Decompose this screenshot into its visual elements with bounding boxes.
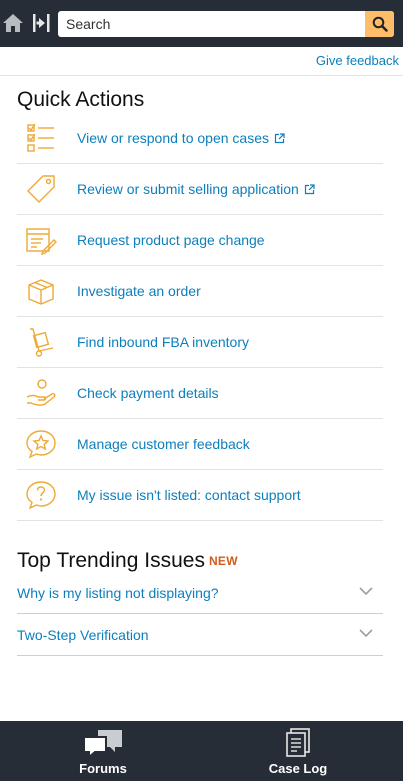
checklist-icon bbox=[27, 123, 54, 152]
external-link-icon bbox=[304, 184, 315, 195]
trending-title: Top Trending Issues NEW bbox=[17, 549, 238, 573]
case-log-icon bbox=[286, 728, 310, 757]
trending-item[interactable]: Two-Step Verification bbox=[17, 614, 383, 656]
trending-title-text: Top Trending Issues bbox=[17, 549, 205, 572]
edit-document-icon bbox=[26, 228, 57, 256]
quick-action-customer-feedback[interactable]: Manage customer feedback bbox=[17, 419, 383, 470]
quick-action-label: Review or submit selling application bbox=[77, 181, 315, 197]
quick-action-label: View or respond to open cases bbox=[77, 130, 285, 146]
trending-list: Why is my listing not displaying? Two-St… bbox=[17, 572, 383, 656]
search-button[interactable] bbox=[365, 11, 394, 37]
quick-action-contact-support[interactable]: My issue isn't listed: contact support bbox=[17, 470, 383, 521]
home-icon[interactable] bbox=[2, 12, 24, 34]
forums-icon bbox=[83, 730, 122, 759]
hand-coin-icon bbox=[26, 379, 56, 406]
search-icon bbox=[372, 16, 388, 32]
quick-action-label: Investigate an order bbox=[77, 283, 201, 299]
trending-item-label: Why is my listing not displaying? bbox=[17, 585, 219, 601]
forums-tab[interactable]: Forums bbox=[43, 721, 163, 781]
quick-action-inbound-fba[interactable]: Find inbound FBA inventory bbox=[17, 317, 383, 368]
tag-icon bbox=[27, 175, 55, 203]
forums-label: Forums bbox=[79, 761, 127, 776]
quick-action-payment-details[interactable]: Check payment details bbox=[17, 368, 383, 419]
quick-action-label: Request product page change bbox=[77, 232, 265, 248]
question-speech-bubble-icon bbox=[26, 481, 56, 510]
search-box bbox=[58, 11, 394, 37]
quick-actions-title: Quick Actions bbox=[17, 88, 145, 111]
search-input[interactable] bbox=[58, 11, 364, 37]
chevron-down-icon bbox=[359, 629, 373, 638]
chevron-down-icon bbox=[359, 587, 373, 596]
quick-action-investigate-order[interactable]: Investigate an order bbox=[17, 266, 383, 317]
trending-item[interactable]: Why is my listing not displaying? bbox=[17, 572, 383, 614]
quick-action-selling-application[interactable]: Review or submit selling application bbox=[17, 164, 383, 215]
quick-action-label: Find inbound FBA inventory bbox=[77, 334, 249, 350]
top-bar bbox=[0, 0, 403, 47]
give-feedback-link[interactable]: Give feedback bbox=[316, 53, 399, 68]
quick-action-product-page-change[interactable]: Request product page change bbox=[17, 215, 383, 266]
trending-item-label: Two-Step Verification bbox=[17, 627, 149, 643]
hand-truck-icon bbox=[30, 328, 54, 357]
external-link-icon bbox=[274, 133, 285, 144]
collapse-sidebar-icon[interactable] bbox=[30, 12, 52, 34]
bottom-nav: Forums Case Log bbox=[0, 721, 403, 781]
feedback-bar: Give feedback bbox=[0, 47, 403, 76]
box-icon bbox=[28, 279, 54, 305]
case-log-tab[interactable]: Case Log bbox=[238, 721, 358, 781]
quick-action-label: My issue isn't listed: contact support bbox=[77, 487, 301, 503]
star-speech-bubble-icon bbox=[26, 430, 56, 459]
new-badge: NEW bbox=[208, 554, 238, 568]
case-log-label: Case Log bbox=[268, 761, 328, 776]
quick-action-label: Check payment details bbox=[77, 385, 219, 401]
quick-action-open-cases[interactable]: View or respond to open cases bbox=[17, 113, 383, 164]
quick-actions-list: View or respond to open cases Review or … bbox=[17, 113, 383, 521]
quick-action-label: Manage customer feedback bbox=[77, 436, 250, 452]
